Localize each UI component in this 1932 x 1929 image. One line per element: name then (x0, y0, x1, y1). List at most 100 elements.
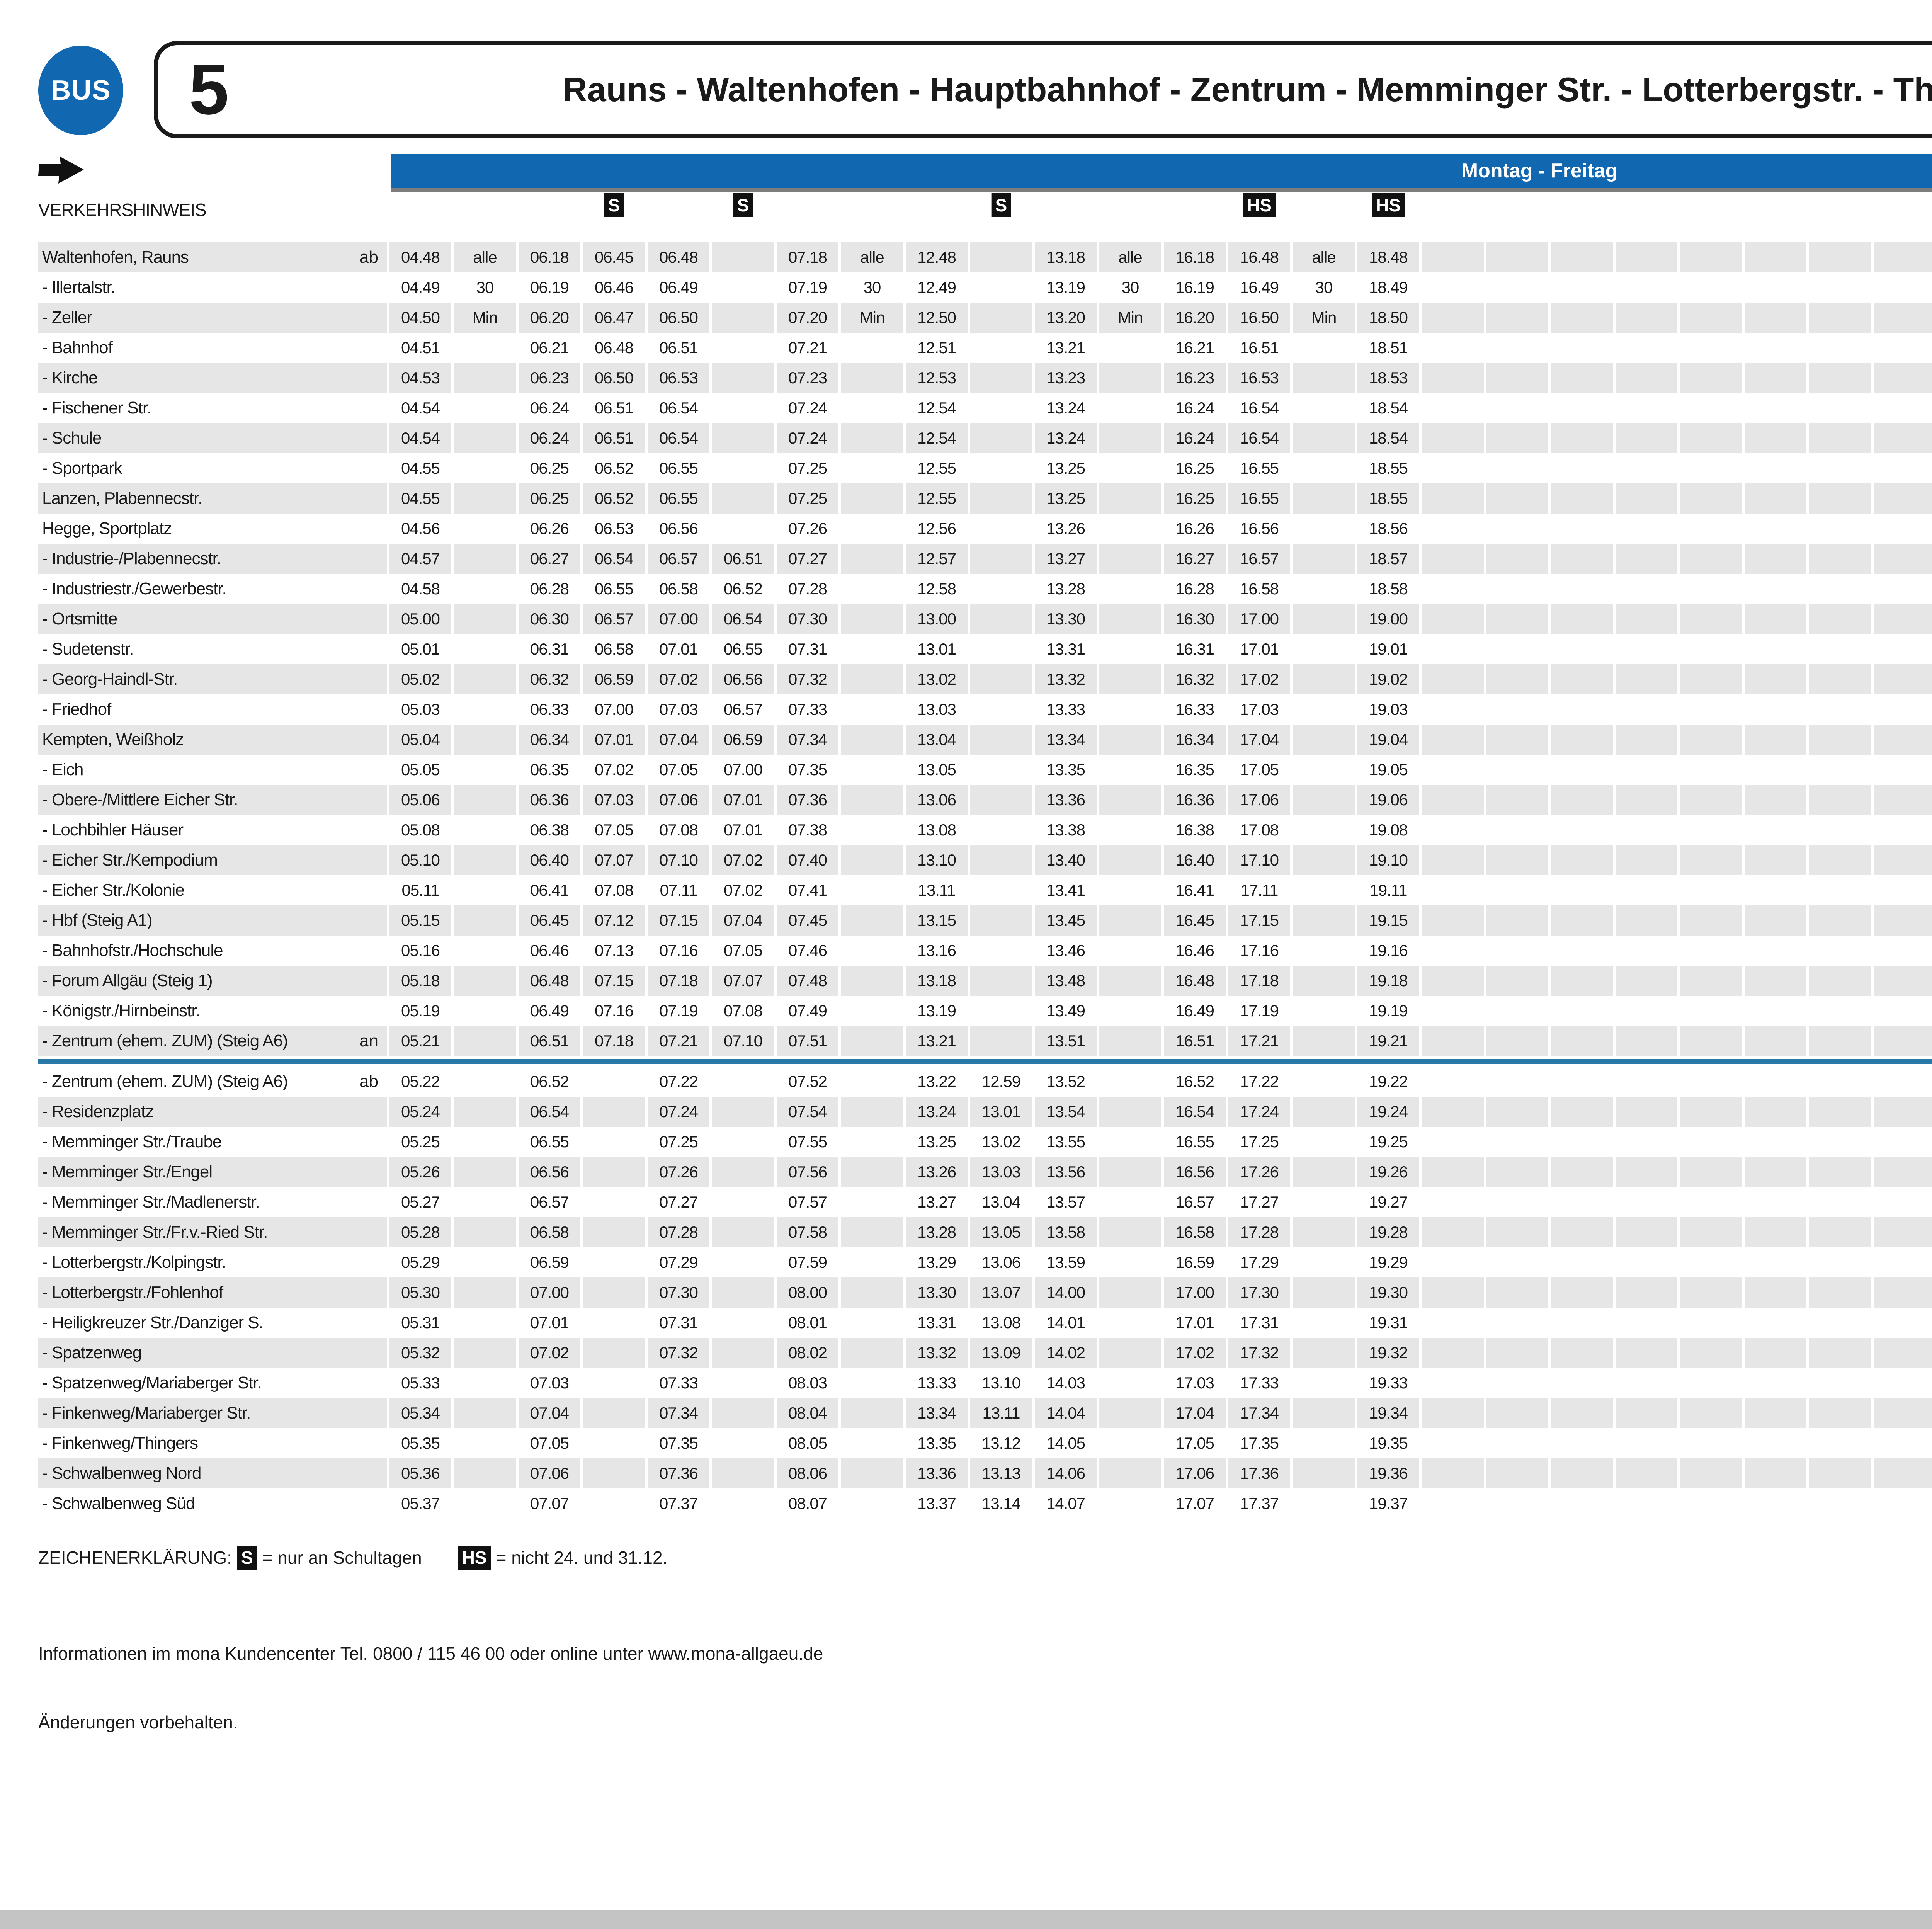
time-cell: 19.05 (1357, 755, 1419, 785)
time-cell (1680, 996, 1742, 1026)
station-name: - Memminger Str./Fr.v.-Ried Str. (38, 1223, 335, 1242)
time-cell (1809, 1488, 1871, 1519)
time-cell: 16.36 (1164, 785, 1226, 815)
station-cell: - Memminger Str./Fr.v.-Ried Str. (38, 1217, 387, 1247)
time-cell (1874, 755, 1932, 785)
time-cell (1874, 1458, 1932, 1488)
time-cell (1486, 966, 1548, 996)
time-cell: 17.15 (1228, 905, 1290, 936)
time-cell: 13.33 (906, 1368, 968, 1398)
time-cell: 13.21 (906, 1026, 968, 1056)
station-name: - Königstr./Hirnbeinstr. (38, 1001, 335, 1021)
time-cell: 19.26 (1357, 1157, 1419, 1187)
time-cell (1486, 694, 1548, 725)
time-cell (1099, 1067, 1161, 1097)
time-cell: 07.00 (583, 694, 645, 725)
time-cell: 08.02 (777, 1338, 838, 1368)
time-cell (1809, 1157, 1871, 1187)
time-cell (1809, 1067, 1871, 1097)
time-cell (1422, 1458, 1484, 1488)
time-cell: 12.55 (906, 483, 968, 514)
time-cell (1486, 1398, 1548, 1428)
time-cell (1293, 664, 1355, 694)
time-cell: 14.05 (1035, 1428, 1097, 1458)
time-cell (583, 1217, 645, 1247)
time-cell: 16.28 (1164, 574, 1226, 604)
time-cell: 05.08 (389, 815, 451, 845)
time-cell (1293, 1026, 1355, 1056)
time-cell (583, 1097, 645, 1127)
station-cell: - Kirche (38, 363, 387, 393)
time-cell: 13.25 (1035, 483, 1097, 514)
time-cell (1745, 272, 1806, 303)
time-cell (841, 1187, 903, 1217)
time-cell (454, 725, 516, 755)
time-cell: Min (454, 303, 516, 333)
time-cell: 13.41 (1035, 875, 1097, 905)
time-cell: 19.00 (1357, 604, 1419, 634)
time-cell (1616, 333, 1677, 363)
time-cell: 17.33 (1228, 1368, 1290, 1398)
time-cell (1551, 423, 1613, 453)
time-cell: alle (1099, 242, 1161, 272)
time-cell (1809, 1368, 1871, 1398)
time-cell (841, 1368, 903, 1398)
time-cell: 06.31 (519, 634, 580, 664)
time-cell (1680, 905, 1742, 936)
time-cell: 13.55 (1035, 1127, 1097, 1157)
time-cell: 16.55 (1228, 483, 1290, 514)
legend: ZEICHENERKLÄRUNG: S = nur an Schultagen … (38, 1546, 667, 1570)
time-cell (1745, 1368, 1806, 1398)
station-name: - Schule (38, 429, 335, 448)
time-cell (712, 333, 774, 363)
time-cell: 07.11 (648, 875, 709, 905)
time-cell: 13.37 (906, 1488, 968, 1519)
station-cell: - Heiligkreuzer Str./Danziger S. (38, 1308, 387, 1338)
time-cell (454, 905, 516, 936)
time-cell: 16.20 (1164, 303, 1226, 333)
time-cell: 13.23 (1035, 363, 1097, 393)
time-cell: 06.51 (583, 423, 645, 453)
station-cell: Hegge, Sportplatz (38, 514, 387, 544)
time-cell: 17.06 (1164, 1458, 1226, 1488)
time-cell: 13.56 (1035, 1157, 1097, 1187)
time-cell (1874, 664, 1932, 694)
time-cell: 07.07 (712, 966, 774, 996)
time-cell (712, 1308, 774, 1338)
table-row: - Spatzenweg05.3207.0207.3208.0213.3213.… (38, 1338, 1932, 1368)
time-cell: 19.01 (1357, 634, 1419, 664)
station-cell: - Memminger Str./Madlenerstr. (38, 1187, 387, 1217)
time-cell (1616, 996, 1677, 1026)
table-row: - Zeller04.50Min06.2006.4706.5007.20Min1… (38, 303, 1932, 333)
time-cell (1874, 815, 1932, 845)
time-cell (1293, 905, 1355, 936)
time-cell: 06.46 (519, 936, 580, 966)
time-cell (712, 483, 774, 514)
time-cell: 06.20 (519, 303, 580, 333)
time-cell: 08.04 (777, 1398, 838, 1428)
time-cell (841, 694, 903, 725)
time-cell (1486, 664, 1548, 694)
time-cell (712, 514, 774, 544)
time-cell: 17.08 (1228, 815, 1290, 845)
time-cell: 06.52 (519, 1067, 580, 1097)
time-cell: 19.18 (1357, 966, 1419, 996)
time-cell: 19.29 (1357, 1247, 1419, 1277)
time-cell (841, 755, 903, 785)
station-name: Waltenhofen, Rauns (38, 248, 335, 267)
time-cell (1293, 1187, 1355, 1217)
time-cell: 12.49 (906, 272, 968, 303)
time-cell (1745, 363, 1806, 393)
time-cell (1486, 1187, 1548, 1217)
time-cell: 16.57 (1164, 1187, 1226, 1217)
time-cell: 13.35 (1035, 755, 1097, 785)
time-cell (1680, 272, 1742, 303)
time-cell (1486, 634, 1548, 664)
time-cell: 17.28 (1228, 1217, 1290, 1247)
time-cell: 05.31 (389, 1308, 451, 1338)
time-cell: 13.26 (1035, 514, 1097, 544)
table-row: - Lotterbergstr./Fohlenhof05.3007.0007.3… (38, 1277, 1932, 1308)
time-cell (1745, 936, 1806, 966)
time-cell: 06.52 (583, 483, 645, 514)
time-cell: 05.33 (389, 1368, 451, 1398)
